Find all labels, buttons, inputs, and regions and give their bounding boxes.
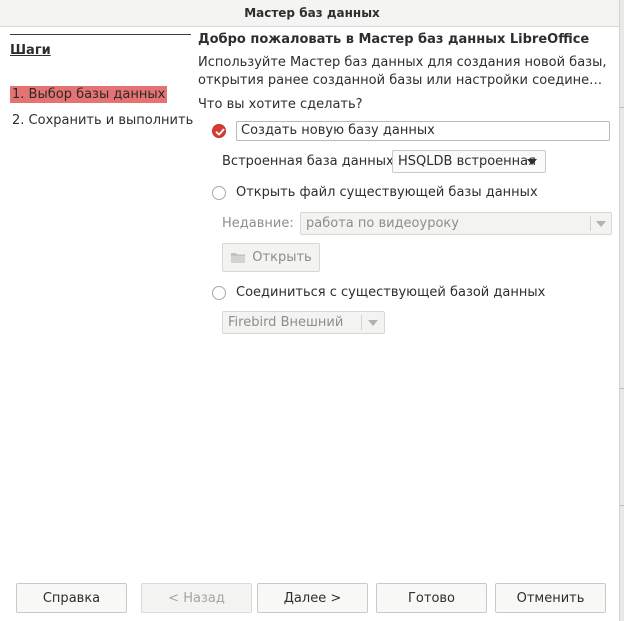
folder-icon <box>231 253 246 263</box>
open-existing-label[interactable]: Открыть файл существующей базы данных <box>236 185 538 200</box>
recent-files-combo: работа по видеоуроку <box>300 212 612 235</box>
embedded-db-select[interactable]: HSQLDB встроенная <box>392 150 546 173</box>
create-new-option[interactable] <box>212 124 226 138</box>
recent-files-value: работа по видеоуроку <box>306 216 459 231</box>
recent-label: Недавние: <box>222 216 294 231</box>
checkmark-icon <box>215 128 225 136</box>
chevron-down-icon <box>596 221 606 227</box>
connect-db-type-combo: Firebird Внешний <box>222 311 385 334</box>
description-line-2: открытия ранее созданной базы или настро… <box>198 73 610 88</box>
connect-existing-option[interactable]: Соединиться с существующей базой данных <box>212 285 545 300</box>
window-edge <box>619 0 624 621</box>
chevron-down-icon <box>368 320 378 326</box>
create-new-label: Создать новую базу данных <box>241 123 435 138</box>
connect-db-type-value: Firebird Внешний <box>228 315 344 330</box>
combo-separator <box>361 315 362 330</box>
create-new-radio[interactable] <box>212 124 226 138</box>
description-line-1: Используйте Мастер баз данных для создан… <box>198 55 607 70</box>
embedded-db-label: Встроенная база данных: <box>222 154 399 169</box>
step-select-database[interactable]: 1. Выбор базы данных <box>10 86 168 103</box>
steps-divider <box>10 34 191 35</box>
help-button[interactable]: Справка <box>16 583 127 613</box>
page-description: Используйте Мастер баз данных для создан… <box>198 54 610 90</box>
open-existing-radio[interactable] <box>212 185 226 200</box>
chevron-down-icon <box>527 159 537 165</box>
next-button[interactable]: Далее > <box>257 583 368 613</box>
open-file-button: Открыть <box>222 243 320 272</box>
open-file-label: Открыть <box>252 250 312 265</box>
connect-existing-radio[interactable] <box>212 285 226 300</box>
step-save-and-proceed[interactable]: 2. Сохранить и выполнить <box>10 112 195 129</box>
embedded-db-value: HSQLDB встроенная <box>398 154 536 169</box>
open-existing-option[interactable]: Открыть файл существующей базы данных <box>212 185 538 200</box>
question-label: Что вы хотите сделать? <box>198 97 363 112</box>
steps-title: Шаги <box>10 43 51 58</box>
connect-existing-label[interactable]: Соединиться с существующей базой данных <box>236 285 545 300</box>
window-title: Мастер баз данных <box>244 6 380 20</box>
create-new-label-field[interactable]: Создать новую базу данных <box>236 121 610 141</box>
cancel-button[interactable]: Отменить <box>495 583 606 613</box>
back-button: < Назад <box>141 583 252 613</box>
page-heading: Добро пожаловать в Мастер баз данных Lib… <box>198 32 590 47</box>
finish-button[interactable]: Готово <box>376 583 487 613</box>
window-titlebar: Мастер баз данных <box>0 0 624 27</box>
combo-separator <box>590 216 591 231</box>
